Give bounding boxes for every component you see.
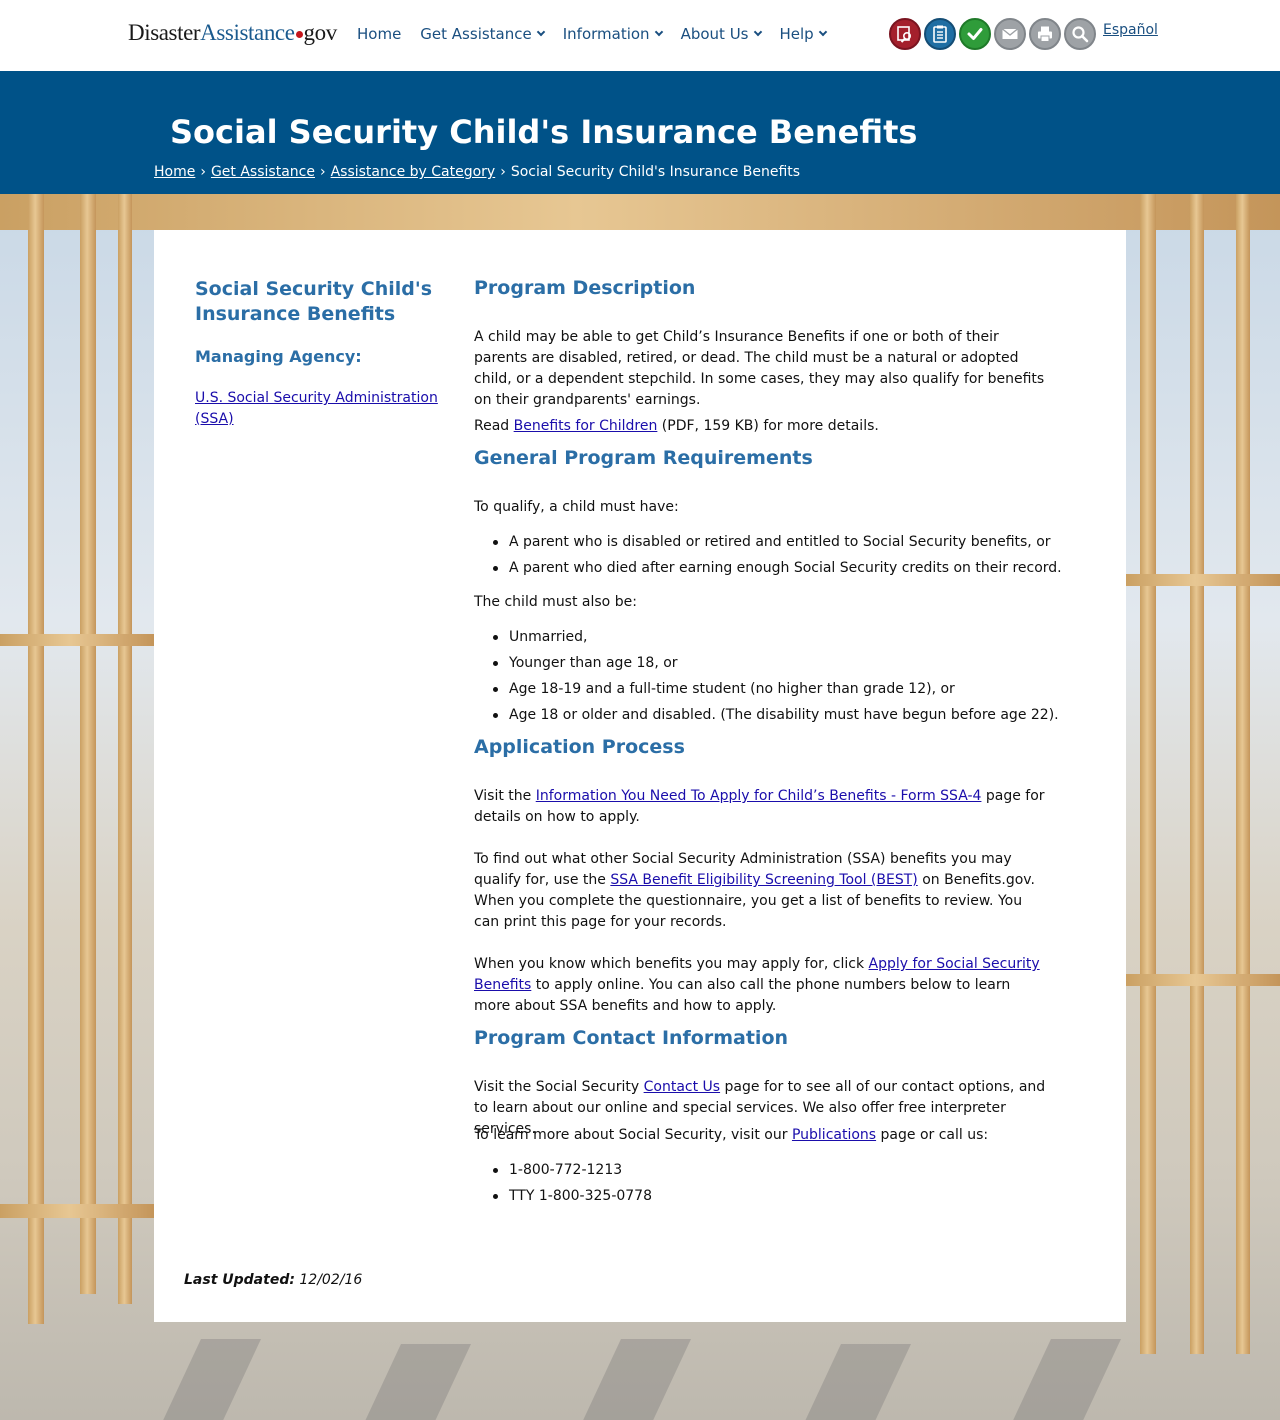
breadcrumb-separator: › [500, 164, 506, 180]
program-description-text: A child may be able to get Child’s Insur… [474, 329, 1045, 408]
managing-agency-heading: Managing Agency: [195, 347, 362, 366]
chevron-down-icon [753, 27, 762, 37]
nav-get-assistance[interactable]: Get Assistance [420, 25, 545, 43]
page-title: Social Security Child's Insurance Benefi… [170, 113, 918, 151]
read-prefix: Read [474, 418, 514, 434]
list-item: Age 18-19 and a full-time student (no hi… [474, 679, 1054, 705]
page-banner: Social Security Child's Insurance Benefi… [0, 71, 1280, 194]
managing-agency-link[interactable]: U.S. Social Security Administration (SSA… [195, 388, 440, 430]
application-p1-prefix: Visit the [474, 788, 536, 804]
contact-us-link[interactable]: Contact Us [644, 1079, 720, 1095]
framing-beam [0, 634, 154, 646]
publications-link[interactable]: Publications [792, 1127, 876, 1143]
breadcrumb-current: Social Security Child's Insurance Benefi… [510, 164, 801, 180]
find-assistance-icon[interactable] [889, 18, 921, 50]
logo-text-assistance: Assistance [200, 20, 295, 45]
email-icon[interactable] [994, 18, 1026, 50]
application-p3-prefix: When you know which benefits you may app… [474, 956, 869, 972]
application-p3: When you know which benefits you may app… [474, 954, 1049, 1017]
phone-number: 1-800-772-1213 [474, 1160, 1054, 1186]
breadcrumb-separator: › [319, 164, 326, 180]
logo-dot-icon [295, 31, 303, 38]
breadcrumb-assistance-by-category[interactable]: Assistance by Category [331, 164, 496, 180]
breadcrumb: Home › Get Assistance › Assistance by Catego… [154, 164, 800, 180]
contact-p1-prefix: Visit the Social Security [474, 1079, 644, 1095]
read-suffix: (PDF, 159 KB) for more details. [657, 418, 879, 434]
last-updated: Last Updated: 12/02/16 [184, 1272, 362, 1288]
application-p2: To find out what other Social Security A… [474, 849, 1049, 933]
nav-home-label: Home [357, 25, 402, 43]
nav-about-us[interactable]: About Us [680, 25, 762, 43]
list-item: Unmarried, [474, 627, 1054, 653]
framing-beam [1126, 974, 1280, 986]
floor-shadow [1009, 1339, 1121, 1420]
site-logo[interactable]: DisasterAssistance gov [128, 20, 337, 46]
list-item: A parent who is disabled or retired and … [474, 532, 1054, 558]
nav-home[interactable]: Home [357, 25, 401, 43]
logo-text-gov: gov [303, 20, 338, 45]
contact-p2-suffix: page or call us: [876, 1127, 989, 1143]
nav-information-label: Information [562, 25, 650, 43]
content-card: Social Security Child's Insurance Benefi… [154, 230, 1126, 1322]
program-description-heading: Program Description [474, 277, 696, 299]
framing-beam [0, 194, 1280, 230]
framing-beam [0, 1204, 154, 1218]
check-status-icon[interactable] [959, 18, 991, 50]
best-tool-link[interactable]: SSA Benefit Eligibility Screening Tool (… [610, 872, 917, 888]
phone-number-tty: TTY 1-800-325-0778 [474, 1186, 1054, 1212]
nav-about-us-label: About Us [680, 25, 749, 43]
framing-beam [80, 194, 96, 1294]
framing-beam [1236, 194, 1250, 1354]
list-item: Age 18 or older and disabled. (The disab… [474, 705, 1059, 731]
floor-shadow [359, 1344, 471, 1420]
requirements-intro: To qualify, a child must have: [474, 499, 679, 515]
framing-beam [1190, 194, 1204, 1354]
nav-help-label: Help [779, 25, 814, 43]
checklist-icon[interactable] [924, 18, 956, 50]
floor-shadow [159, 1339, 261, 1420]
breadcrumb-get-assistance[interactable]: Get Assistance [211, 164, 315, 180]
chevron-down-icon [818, 27, 827, 37]
print-icon[interactable] [1029, 18, 1061, 50]
framing-beam [1126, 574, 1280, 586]
breadcrumb-home[interactable]: Home [154, 164, 195, 180]
chevron-down-icon [654, 27, 663, 37]
language-link-espanol[interactable]: Español [1103, 22, 1158, 38]
requirements-list-parent: A parent who is disabled or retired and … [474, 532, 1062, 584]
search-icon[interactable] [1064, 18, 1096, 50]
list-item: Younger than age 18, or [474, 653, 1054, 679]
last-updated-label: Last Updated: [184, 1272, 295, 1288]
requirements-list-child: Unmarried, Younger than age 18, or Age 1… [474, 627, 1059, 731]
main-nav: Home Get Assistance Information About Us… [357, 25, 845, 43]
framing-beam [118, 194, 132, 1304]
nav-information[interactable]: Information [562, 25, 663, 43]
contact-heading: Program Contact Information [474, 1027, 789, 1049]
list-item: A parent who died after earning enough S… [474, 558, 1062, 584]
nav-get-assistance-label: Get Assistance [420, 25, 532, 43]
site-header: DisasterAssistance gov Home Get Assistanc… [0, 0, 1280, 71]
requirements-intro-2: The child must also be: [474, 594, 637, 610]
benefits-for-children-link[interactable]: Benefits for Children [514, 418, 658, 434]
floor-shadow [799, 1344, 911, 1420]
breadcrumb-separator: › [200, 164, 206, 180]
requirements-heading: General Program Requirements [474, 447, 813, 469]
logo-text-disaster: Disaster [128, 20, 201, 45]
last-updated-date: 12/02/16 [299, 1272, 363, 1288]
sidebar-title: Social Security Child's Insurance Benefi… [195, 278, 433, 325]
framing-beam [1140, 194, 1156, 1354]
application-heading: Application Process [474, 736, 685, 758]
form-ssa-4-link[interactable]: Information You Need To Apply for Child’… [536, 788, 982, 804]
header-tools [889, 18, 1096, 50]
program-description-read: Read Benefits for Children (PDF, 159 KB)… [474, 416, 1049, 437]
phone-list: 1-800-772-1213 TTY 1-800-325-0778 [474, 1160, 1054, 1212]
chevron-down-icon [536, 27, 545, 37]
floor-shadow [579, 1339, 691, 1420]
framing-beam [28, 194, 44, 1324]
application-p3-suffix: to apply online. You can also call the p… [474, 977, 1011, 1014]
contact-p2: To learn more about Social Security, vis… [474, 1125, 1049, 1146]
contact-p2-prefix: To learn more about Social Security, vis… [474, 1127, 792, 1143]
nav-help[interactable]: Help [779, 25, 827, 43]
application-p1: Visit the Information You Need To Apply … [474, 786, 1049, 828]
